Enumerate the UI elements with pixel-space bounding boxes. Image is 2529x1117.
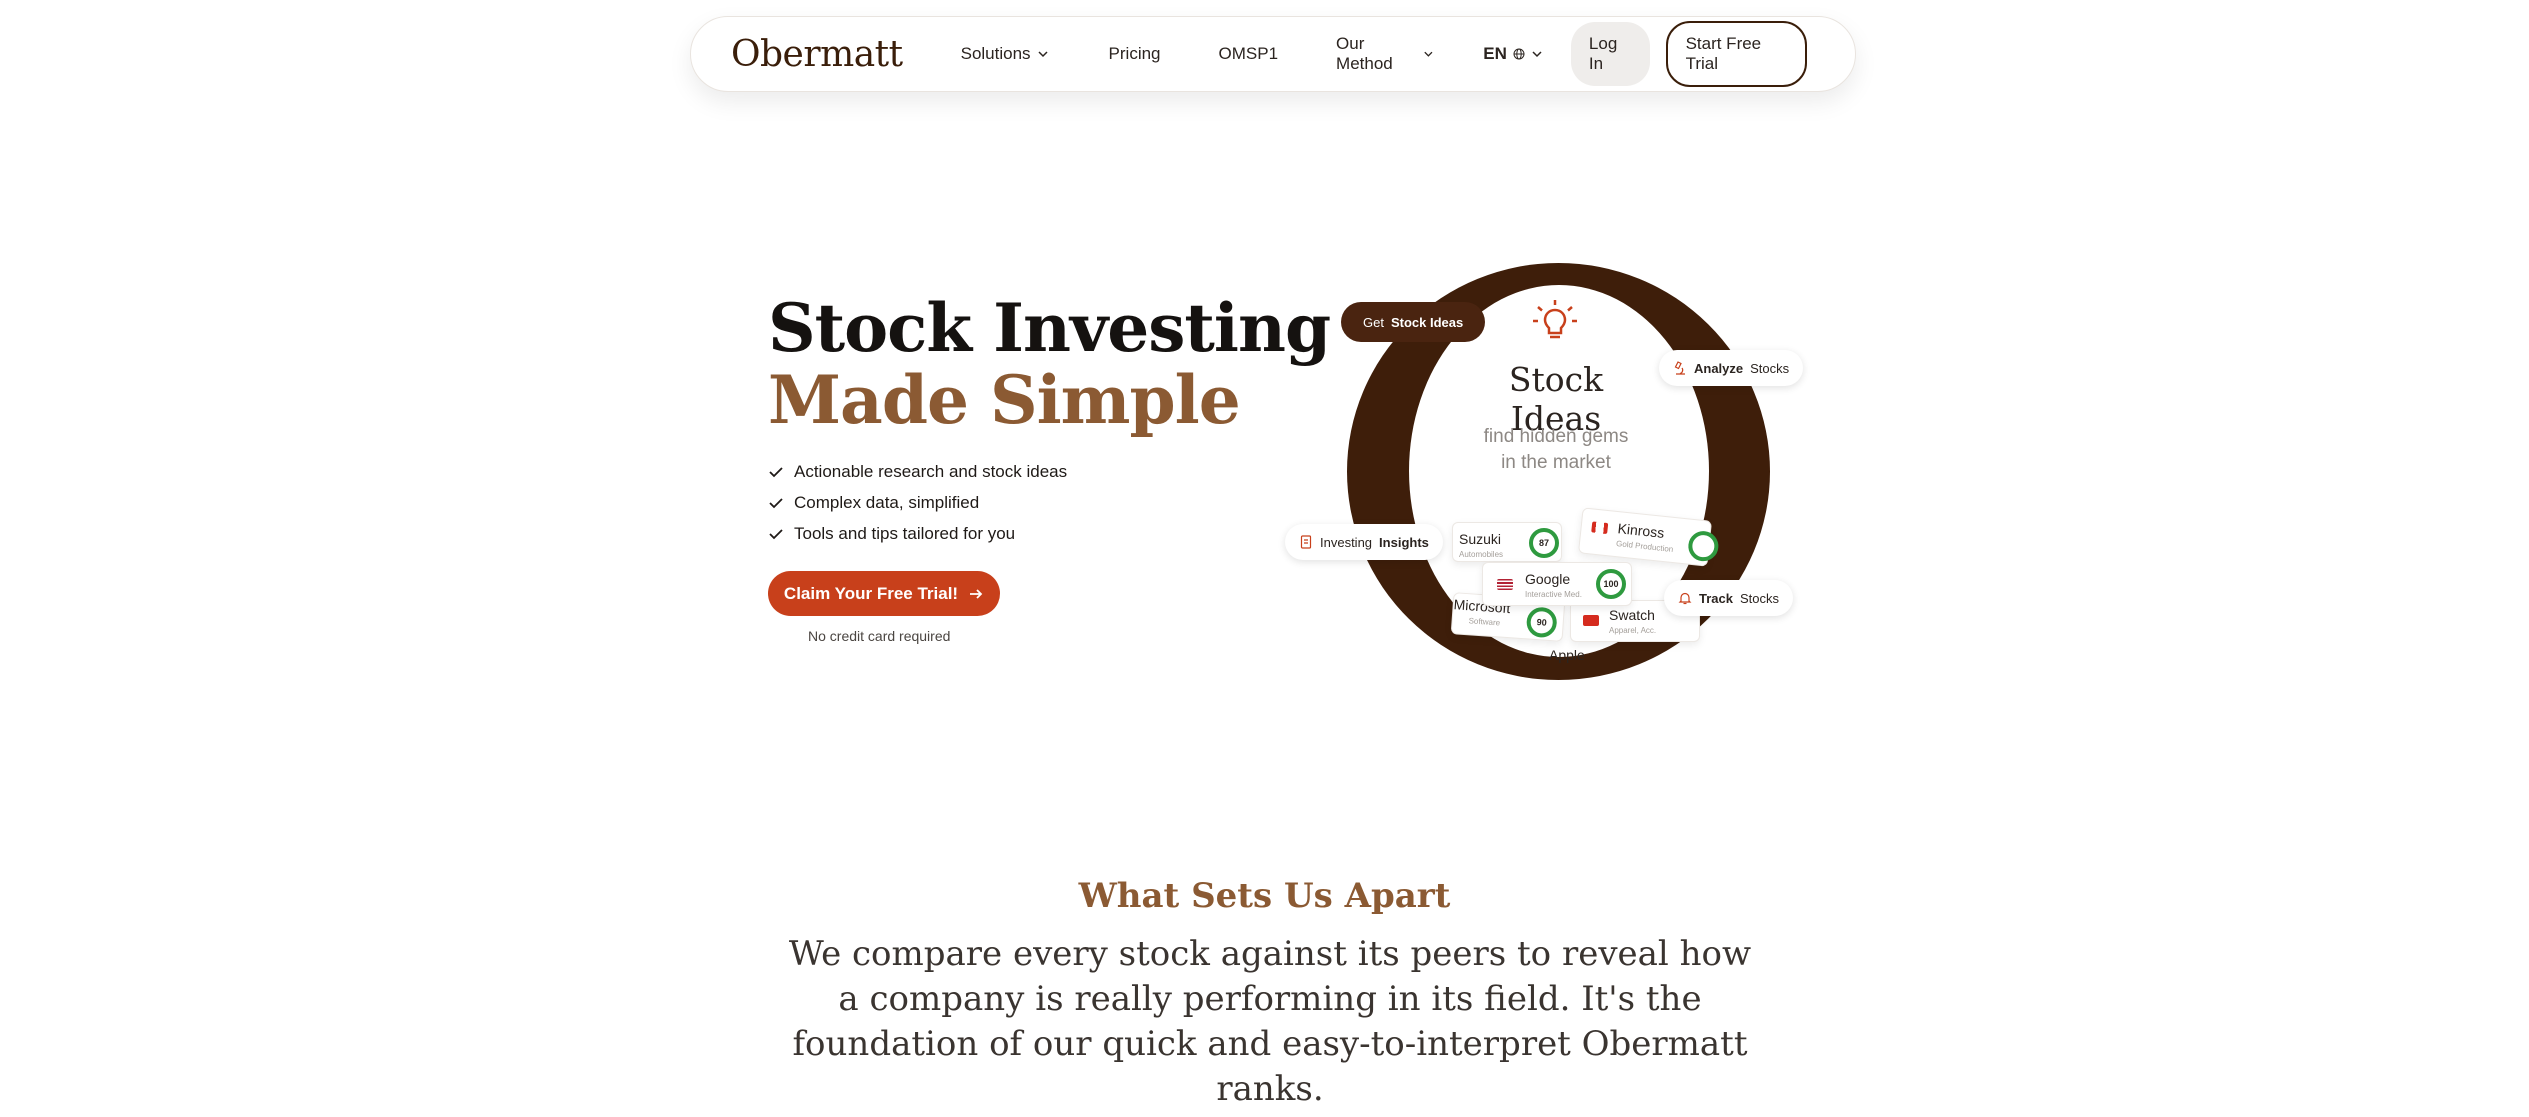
language-label: EN bbox=[1483, 44, 1507, 63]
stock-card-suzuki: Suzuki Automobiles 87 bbox=[1452, 522, 1562, 562]
feature-list: Actionable research and stock ideas Comp… bbox=[768, 456, 1067, 549]
hero-title-line2: Made Simple bbox=[768, 361, 1241, 439]
pill-text-bold: Analyze bbox=[1694, 360, 1744, 376]
ring-subtitle-line1: find hidden gems bbox=[1483, 426, 1629, 447]
document-icon bbox=[1300, 535, 1312, 549]
stock-sector: Automobiles bbox=[1459, 550, 1504, 559]
nav-our-method-label: Our Method bbox=[1336, 34, 1393, 73]
pill-text-bold: Track bbox=[1699, 590, 1733, 606]
arrow-right-icon bbox=[970, 588, 983, 599]
feature-text: Complex data, simplified bbox=[794, 492, 980, 512]
ring-subtitle: find hidden gems in the market bbox=[1464, 424, 1648, 476]
investing-insights-pill[interactable]: Investing Insights bbox=[1285, 524, 1443, 560]
nav-omsp1[interactable]: OMSP1 bbox=[1219, 44, 1279, 64]
score-badge: 90 bbox=[1525, 606, 1558, 639]
stock-name: Apple bbox=[1549, 647, 1585, 663]
feature-item: Actionable research and stock ideas bbox=[768, 456, 1067, 487]
pill-text: Stocks bbox=[1739, 590, 1779, 606]
swiss-flag-icon bbox=[1583, 615, 1599, 626]
pill-text: Investing bbox=[1320, 534, 1373, 550]
feature-text: Tools and tips tailored for you bbox=[794, 523, 1016, 543]
score-badge: 100 bbox=[1596, 569, 1626, 599]
logo[interactable]: Obermatt bbox=[731, 34, 903, 75]
claim-free-trial-button[interactable]: Claim Your Free Trial! bbox=[768, 571, 1000, 616]
language-selector[interactable]: EN bbox=[1483, 44, 1543, 64]
no-credit-card-note: No credit card required bbox=[808, 628, 951, 644]
chevron-down-icon bbox=[1038, 51, 1048, 58]
feature-item: Tools and tips tailored for you bbox=[768, 518, 1067, 549]
stock-sector: Apparel, Acc. bbox=[1609, 626, 1657, 635]
lightbulb-icon bbox=[1533, 300, 1577, 339]
score-badge: 87 bbox=[1529, 528, 1559, 558]
login-button[interactable]: Log In bbox=[1570, 22, 1650, 86]
feature-item: Complex data, simplified bbox=[768, 487, 1067, 518]
pill-text-bold: Stock Ideas bbox=[1390, 314, 1464, 330]
check-icon bbox=[769, 497, 783, 508]
stock-name: Suzuki bbox=[1459, 531, 1502, 547]
canada-flag-icon bbox=[1591, 521, 1609, 535]
stock-sector: Software bbox=[1468, 616, 1501, 628]
navbar: Obermatt Solutions Pricing OMSP1 Our Met… bbox=[690, 16, 1856, 92]
hero-title: Stock Investing Made Simple bbox=[768, 289, 1331, 439]
stock-name: Swatch bbox=[1609, 607, 1655, 623]
stock-name: Google bbox=[1525, 571, 1571, 587]
section-title: What Sets Us Apart bbox=[1078, 876, 1451, 916]
section-body: We compare every stock against its peers… bbox=[788, 934, 1752, 1109]
chevron-down-icon bbox=[1423, 51, 1432, 57]
track-stocks-pill[interactable]: Track Stocks bbox=[1664, 580, 1793, 616]
nav-solutions-label: Solutions bbox=[960, 44, 1031, 63]
stock-sector: Gold Production bbox=[1615, 539, 1674, 554]
analyze-stocks-pill[interactable]: Analyze Stocks bbox=[1659, 350, 1804, 386]
globe-icon bbox=[1513, 48, 1525, 60]
us-flag-icon bbox=[1497, 579, 1513, 590]
ring-subtitle-line2: in the market bbox=[1501, 452, 1611, 473]
feature-text: Actionable research and stock ideas bbox=[794, 461, 1068, 481]
check-icon bbox=[769, 466, 783, 477]
hero-title-line1: Stock Investing bbox=[768, 289, 1331, 367]
stock-sector: Interactive Med. bbox=[1525, 590, 1582, 599]
stock-name: Kinross bbox=[1616, 520, 1666, 541]
get-stock-ideas-pill[interactable]: Get Stock Ideas bbox=[1341, 302, 1486, 342]
check-icon bbox=[769, 528, 783, 539]
nav-our-method[interactable]: Our Method bbox=[1336, 34, 1433, 74]
microscope-icon bbox=[1674, 361, 1685, 375]
pill-text: Stocks bbox=[1750, 360, 1790, 376]
stock-card-google: Google Interactive Med. 100 bbox=[1482, 562, 1632, 606]
bell-icon bbox=[1678, 592, 1692, 605]
pill-text: Get bbox=[1363, 314, 1384, 330]
nav-pricing[interactable]: Pricing bbox=[1109, 44, 1161, 64]
chevron-down-icon bbox=[1532, 51, 1542, 58]
start-free-trial-button[interactable]: Start Free Trial bbox=[1665, 21, 1807, 87]
stock-card-apple: Apple bbox=[1490, 646, 1630, 676]
nav-solutions[interactable]: Solutions bbox=[961, 44, 1049, 64]
pill-text-bold: Insights bbox=[1379, 534, 1429, 550]
cta-label: Claim Your Free Trial! bbox=[783, 583, 959, 603]
